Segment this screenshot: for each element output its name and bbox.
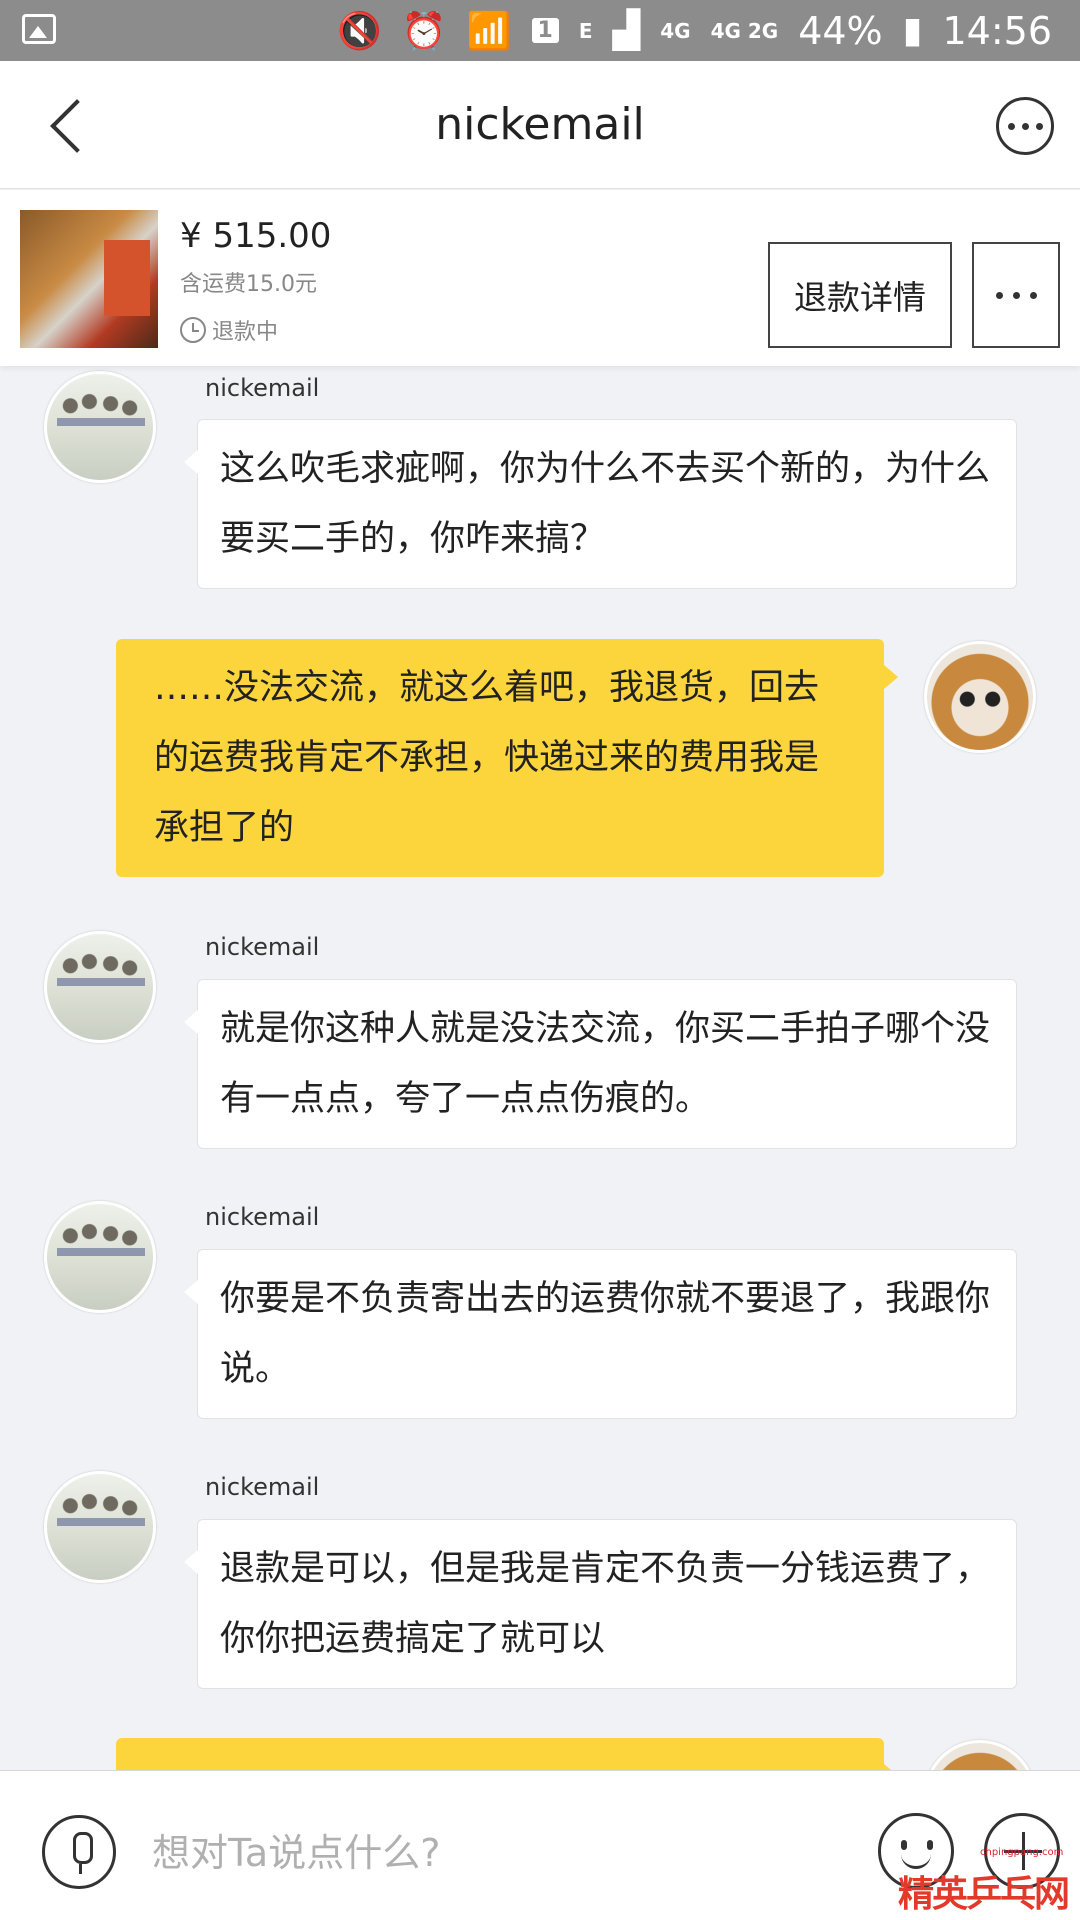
dot-icon (1021, 122, 1029, 130)
status-icons: 🔇 ⏰ 📶 1 E ▟ 4G 4G 2G 44% ▮ 14:56 (337, 0, 1052, 61)
product-bar: ¥ 515.00 含运费15.0元 退款中 退款详情 (0, 190, 1080, 366)
dot-icon (1029, 291, 1037, 299)
status-bar: 🔇 ⏰ 📶 1 E ▟ 4G 4G 2G 44% ▮ 14:56 (0, 0, 1080, 61)
avatar[interactable] (44, 1471, 156, 1583)
microphone-icon[interactable] (42, 1815, 116, 1889)
dot-icon (995, 291, 1003, 299)
product-image-detail (104, 240, 150, 316)
chat-messages[interactable]: nickemail 这么吹毛求疵啊，你为什么不去买个新的，为什么要买二手的，你咋… (0, 366, 1080, 1770)
network-4g-label: 4G (660, 18, 691, 43)
mute-icon: 🔇 (337, 10, 382, 52)
more-options-button[interactable] (996, 97, 1054, 155)
battery-icon: ▮ (902, 10, 923, 51)
wifi-icon: 📶 (466, 10, 512, 52)
refund-details-button[interactable]: 退款详情 (768, 242, 952, 348)
sender-name: nickemail (205, 933, 320, 961)
message-input-bar: chpingpang.com 精英乒乓网 (0, 1770, 1080, 1920)
chat-header: nickemail (0, 61, 1080, 189)
signal-icon: ▟ (612, 10, 641, 51)
avatar[interactable] (44, 371, 156, 483)
order-status: 退款中 (180, 314, 278, 346)
avatar[interactable] (44, 931, 156, 1043)
order-status-label: 退款中 (212, 320, 279, 345)
watermark-url: chpingpang.com (980, 1847, 1064, 1858)
shipping-fee: 含运费15.0元 (180, 272, 317, 297)
network-e-label: E (578, 18, 593, 43)
message-bubble-incoming[interactable]: 这么吹毛求疵啊，你为什么不去买个新的，为什么要买二手的，你咋来搞？ (184, 419, 1017, 589)
avatar[interactable] (44, 1201, 156, 1313)
message-bubble-incoming[interactable]: 就是你这种人就是没法交流，你买二手拍子哪个没有一点点，夸了一点点伤痕的。 (184, 979, 1017, 1149)
message-bubble-incoming[interactable]: 退款是可以，但是我是肯定不负责一分钱运费了，你你把运费搞定了就可以 (184, 1519, 1017, 1689)
watermark-brand: 精英乒乓网 (898, 1874, 1070, 1915)
product-thumbnail[interactable] (20, 210, 158, 348)
avatar[interactable] (924, 641, 1036, 753)
avatar[interactable] (924, 1740, 1036, 1770)
product-price: ¥ 515.00 (180, 216, 332, 256)
alarm-icon: ⏰ (401, 10, 447, 52)
sender-name: nickemail (205, 374, 320, 402)
clock-time: 14:56 (942, 8, 1052, 53)
network-4g2g-label: 4G 2G (710, 18, 779, 43)
message-bubble-outgoing[interactable]: ……没法交流，就这么着吧，我退货，回去的运费我肯定不承担，快递过来的费用我是承担… (116, 639, 898, 877)
message-bubble-incoming[interactable]: 你要是不负责寄出去的运费你就不要退了，我跟你说。 (184, 1249, 1017, 1419)
dot-icon (1012, 291, 1020, 299)
sim-slot-badge: 1 (531, 18, 559, 43)
sender-name: nickemail (205, 1203, 320, 1231)
gallery-icon (22, 14, 56, 44)
message-input[interactable] (152, 1815, 852, 1891)
sender-name: nickemail (205, 1473, 320, 1501)
dot-icon (1007, 122, 1015, 130)
page-title: nickemail (435, 99, 645, 150)
battery-percent: 44% (798, 8, 883, 53)
site-watermark: chpingpang.com 精英乒乓网 (892, 1847, 1070, 1917)
dot-icon (1035, 122, 1043, 130)
product-more-button[interactable] (972, 242, 1060, 348)
message-bubble-outgoing[interactable] (116, 1738, 898, 1770)
clock-icon (180, 317, 206, 343)
